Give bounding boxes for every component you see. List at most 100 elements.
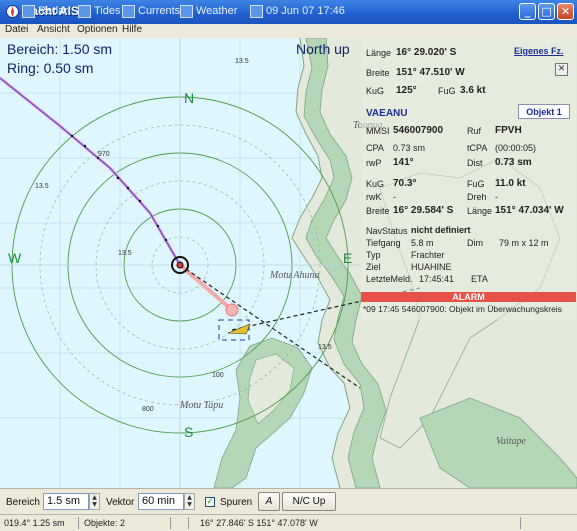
- alarm-message: *09 17:45 546007900: Objekt im Überwachu…: [363, 304, 562, 314]
- control-bar: Bereich 1.5 sm ▲ ▼ Vektor 60 min ▲ ▼ ✓ Spu…: [0, 488, 577, 515]
- dist-label: Dist: [467, 158, 483, 168]
- letzte-value: 17:45:41: [419, 274, 455, 284]
- dist-value: 0.73 sm: [495, 157, 532, 168]
- own-lange-label: Länge: [366, 48, 392, 58]
- close-icon[interactable]: ✕: [555, 63, 568, 76]
- own-vessel-button[interactable]: Eigenes Fz.: [514, 46, 564, 56]
- tides-icon: [78, 4, 91, 18]
- own-fug-label: FuG: [438, 86, 456, 96]
- tcpa-label: tCPA: [467, 143, 488, 153]
- rwk-label: rwK: [366, 192, 382, 202]
- place-vaitape: Vaitape: [496, 436, 526, 447]
- status-objects: Objekte: 2: [84, 518, 126, 528]
- vektor-stepper[interactable]: ▲ ▼: [184, 493, 195, 510]
- compass-n: N: [184, 90, 195, 106]
- cpa-label: CPA: [366, 143, 384, 153]
- own-kug-value: 125°: [396, 85, 417, 96]
- spuren-checkbox[interactable]: ✓: [205, 497, 215, 507]
- bereich-stepper[interactable]: ▲ ▼: [89, 493, 100, 510]
- navstatus-label: NavStatus: [366, 226, 408, 236]
- target-name: VAEANU: [366, 108, 408, 119]
- status-cursor-position: 16° 27.846' S 151° 47.078' W: [200, 518, 318, 528]
- depth-sounding: 13.5: [118, 250, 132, 257]
- target-lange-label: Länge: [467, 206, 493, 216]
- cpa-value: 0.73 sm: [393, 143, 426, 153]
- eta-label: ETA: [471, 274, 488, 284]
- depth-sounding: 13.5: [35, 183, 49, 190]
- target-breite-label: Breite: [366, 206, 390, 216]
- menu-hilfe[interactable]: Hilfe: [122, 24, 142, 35]
- range-label: Bereich: 1.50 sm: [7, 41, 113, 57]
- own-breite-label: Breite: [366, 68, 390, 78]
- typ-label: Typ: [366, 250, 381, 260]
- depth-sounding: 13.5: [235, 58, 249, 65]
- mmsi-label: MMSI: [366, 126, 390, 136]
- target-kug-label: KuG: [366, 179, 385, 189]
- navstatus-value: nicht definiert: [411, 225, 471, 235]
- object-button[interactable]: Objekt 1: [518, 104, 570, 119]
- ziel-label: Ziel: [366, 262, 381, 272]
- place-motu-tapu: Motu Tapu: [180, 400, 224, 411]
- depth-sounding: 800: [142, 406, 154, 413]
- menu-optionen[interactable]: Optionen: [77, 24, 118, 35]
- close-button[interactable]: ✕: [557, 3, 574, 20]
- menu-datei[interactable]: Datei: [5, 24, 28, 35]
- ring-label: Ring: 0.50 sm: [7, 60, 94, 76]
- dim-label: Dim: [467, 238, 483, 248]
- target-breite-value: 16° 29.584' S: [393, 205, 454, 216]
- own-kug-label: KuG: [366, 86, 385, 96]
- target-lange-value: 151° 47.034' W: [495, 205, 564, 216]
- depth-sounding: 100: [212, 372, 224, 379]
- menu-ansicht[interactable]: Ansicht: [37, 24, 70, 35]
- tab-time[interactable]: 09 Jun 07 17:46: [250, 2, 345, 20]
- alarm-bar[interactable]: ALARM: [361, 292, 576, 302]
- bereich-input[interactable]: 1.5 sm: [43, 493, 89, 510]
- tab-weather[interactable]: Weather: [180, 2, 237, 20]
- app-icon: [6, 5, 19, 18]
- letzte-label: LetzteMeld.: [366, 274, 413, 284]
- target-fug-value: 11.0 kt: [495, 178, 526, 189]
- dim-value: 79 m x 12 m: [499, 238, 549, 248]
- nc-up-button[interactable]: N/C Up: [282, 492, 336, 511]
- depth-sounding: 13.5: [318, 344, 332, 351]
- currents-icon: [122, 4, 135, 18]
- minimize-button[interactable]: _: [519, 3, 536, 20]
- orientation-label[interactable]: North up: [296, 41, 350, 57]
- rwp-value: 141°: [393, 157, 414, 168]
- rwp-label: rwP: [366, 158, 382, 168]
- own-breite-value: 151° 47.510' W: [396, 67, 465, 78]
- compass-w: W: [8, 250, 22, 266]
- clock-icon: [250, 4, 263, 18]
- dreh-label: Dreh: [467, 192, 487, 202]
- ruf-label: Ruf: [467, 126, 482, 136]
- bereich-label: Bereich: [6, 497, 40, 508]
- ziel-value: HUAHINE: [411, 262, 452, 272]
- place-motu-ahuna: Motu Ahuna: [270, 270, 320, 281]
- tiefgang-value: 5.8 m: [411, 238, 434, 248]
- vektor-label: Vektor: [106, 497, 135, 508]
- compass-e: E: [343, 250, 353, 266]
- depth-sounding: 970: [98, 151, 110, 158]
- compass-s: S: [184, 424, 194, 440]
- ruf-value: FPVH: [495, 125, 522, 136]
- info-panel: Länge 16° 29.020' S Eigenes Fz. Breite 1…: [361, 40, 576, 320]
- status-bar: 019.4° 1.25 sm Objekte: 2 16° 27.846' S …: [0, 514, 577, 531]
- tiefgang-label: Tiefgang: [366, 238, 401, 248]
- status-bearing: 019.4° 1.25 sm: [4, 518, 65, 528]
- spuren-label: Spuren: [220, 497, 253, 508]
- mmsi-value: 546007900: [393, 125, 444, 136]
- title-bar: Yacht AIS Radar Tides Currents Weather 0…: [0, 0, 577, 24]
- tab-currents[interactable]: Currents: [122, 2, 180, 20]
- tab-tides[interactable]: Tides: [78, 2, 121, 20]
- weather-icon: [180, 4, 193, 18]
- vektor-input[interactable]: 60 min: [138, 493, 184, 510]
- tab-radar[interactable]: Radar: [22, 2, 68, 20]
- own-lange-value: 16° 29.020' S: [396, 47, 457, 58]
- a-button[interactable]: A: [258, 492, 280, 511]
- radar-icon: [22, 4, 35, 18]
- typ-value: Frachter: [411, 250, 445, 260]
- dreh-value: -: [495, 192, 498, 202]
- own-fug-value: 3.6 kt: [460, 85, 486, 96]
- menu-bar: Datei Ansicht Optionen Hilfe: [0, 24, 577, 38]
- maximize-button[interactable]: □: [538, 3, 555, 20]
